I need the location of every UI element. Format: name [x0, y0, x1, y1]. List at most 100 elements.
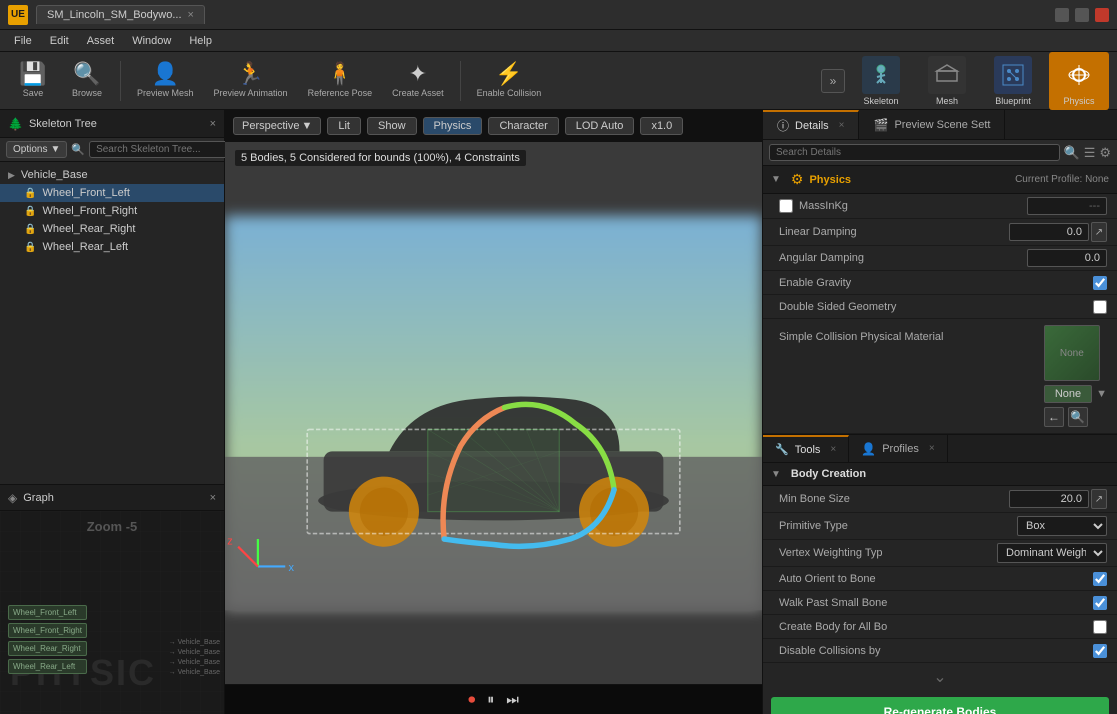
skeleton-icon	[862, 56, 900, 94]
massinkg-input[interactable]	[1027, 197, 1107, 215]
tools-tab[interactable]: 🔧 Tools ×	[763, 435, 849, 462]
menu-file[interactable]: File	[6, 33, 40, 49]
details-close[interactable]: ×	[839, 120, 845, 131]
auto-orient-checkbox[interactable]	[1093, 572, 1107, 586]
linear-damping-row: Linear Damping ↗	[763, 219, 1117, 246]
tab-skeleton[interactable]: Skeleton	[851, 52, 911, 110]
linear-damping-control: ↗	[1009, 222, 1107, 242]
graph-title: Graph	[23, 492, 54, 504]
perspective-arrow: ▼	[301, 120, 312, 132]
tab-blueprint[interactable]: Blueprint	[983, 52, 1043, 110]
massinkg-label: MassInKg	[799, 200, 1027, 212]
menu-help[interactable]: Help	[181, 33, 220, 49]
extras-button[interactable]: »	[821, 69, 845, 93]
linear-damping-expand[interactable]: ↗	[1091, 222, 1107, 242]
details-search-input[interactable]	[769, 144, 1060, 161]
tree-item-wheel-rear-left[interactable]: 🔒 Wheel_Rear_Left	[0, 238, 224, 256]
angular-damping-label: Angular Damping	[779, 252, 1027, 264]
menu-asset[interactable]: Asset	[79, 33, 123, 49]
menu-window[interactable]: Window	[124, 33, 179, 49]
tree-item-wheel-front-left[interactable]: 🔒 Wheel_Front_Left	[0, 184, 224, 202]
minimize-button[interactable]	[1055, 8, 1069, 22]
regenerate-bodies-button[interactable]: Re-generate Bodies	[771, 697, 1109, 714]
save-button[interactable]: 💾 Save	[8, 59, 58, 102]
svg-text:x: x	[289, 562, 295, 574]
skeleton-search-input[interactable]	[89, 141, 235, 158]
wheel-rl-label: Wheel_Rear_Left	[42, 241, 128, 253]
profiles-tab[interactable]: 👤 Profiles ×	[849, 435, 947, 462]
details-tab[interactable]: ⓘ Details ×	[763, 110, 859, 139]
min-bone-size-input[interactable]	[1009, 490, 1089, 508]
primitive-type-select[interactable]: Box Sphere Capsule	[1017, 516, 1107, 536]
tools-close[interactable]: ×	[830, 444, 836, 455]
tab-mesh[interactable]: Mesh	[917, 52, 977, 110]
min-bone-size-control: ↗	[1009, 489, 1107, 509]
tree-content: ▶ Vehicle_Base 🔒 Wheel_Front_Left 🔒 Whee…	[0, 162, 224, 484]
massinkg-checkbox[interactable]	[779, 199, 793, 213]
material-search-button[interactable]: 🔍	[1068, 407, 1088, 427]
perspective-dropdown[interactable]: Perspective ▼	[233, 117, 321, 135]
create-asset-button[interactable]: ✦ Create Asset	[384, 59, 452, 102]
vertex-weighting-label: Vertex Weighting Typ	[779, 547, 997, 559]
lod-auto-button[interactable]: LOD Auto	[565, 117, 635, 135]
disable-collisions-row: Disable Collisions by	[763, 639, 1117, 663]
scale-button[interactable]: x1.0	[640, 117, 683, 135]
material-back-button[interactable]: ←	[1044, 407, 1064, 427]
enable-collision-button[interactable]: ⚡ Enable Collision	[469, 59, 550, 102]
enable-gravity-checkbox[interactable]	[1093, 276, 1107, 290]
lock-icon-4: 🔒	[24, 242, 36, 253]
graph-header: ◈ Graph ×	[0, 485, 224, 511]
menu-edit[interactable]: Edit	[42, 33, 77, 49]
close-button[interactable]	[1095, 8, 1109, 22]
graph-panel: ◈ Graph × Zoom -5 PHYSIC Wheel_Front_Lef…	[0, 484, 224, 714]
physics-collapse-arrow: ▼	[771, 174, 781, 185]
preview-scene-tab[interactable]: 🎬 Preview Scene Sett	[859, 110, 1005, 139]
skeleton-tree-close[interactable]: ×	[210, 118, 216, 130]
lit-button[interactable]: Lit	[327, 117, 361, 135]
forward-button[interactable]: ⏭	[506, 691, 519, 708]
min-bone-size-label: Min Bone Size	[779, 493, 1009, 505]
tab-physics[interactable]: Physics	[1049, 52, 1109, 110]
walk-past-checkbox[interactable]	[1093, 596, 1107, 610]
preview-animation-button[interactable]: 🏃 Preview Animation	[206, 59, 296, 102]
options-button[interactable]: Options ▼	[6, 141, 67, 158]
list-view-button[interactable]: ☰	[1084, 145, 1096, 161]
app-tab[interactable]: SM_Lincoln_SM_Bodywo... ×	[36, 5, 205, 24]
physics-view-button[interactable]: Physics	[423, 117, 483, 135]
show-button[interactable]: Show	[367, 117, 417, 135]
linear-damping-input[interactable]	[1009, 223, 1089, 241]
body-creation-header[interactable]: ▼ Body Creation	[763, 463, 1117, 486]
profiles-close[interactable]: ×	[929, 443, 935, 454]
graph-content: Zoom -5 PHYSIC Wheel_Front_Left Wheel_Fr…	[0, 511, 224, 714]
tree-toolbar: Options ▼ 🔍	[0, 138, 224, 162]
reference-pose-button[interactable]: 🧍 Reference Pose	[300, 59, 381, 102]
skeleton-tree-title: Skeleton Tree	[29, 118, 97, 130]
scroll-indicator: ⌄	[763, 663, 1117, 691]
maximize-button[interactable]	[1075, 8, 1089, 22]
wheel-fl-label: Wheel_Front_Left	[42, 187, 129, 199]
character-button[interactable]: Character	[488, 117, 558, 135]
tree-item-vehicle-base[interactable]: ▶ Vehicle_Base	[0, 166, 224, 184]
tree-item-wheel-front-right[interactable]: 🔒 Wheel_Front_Right	[0, 202, 224, 220]
settings-button[interactable]: ⚙	[1099, 145, 1111, 161]
material-dropdown-row: None ▼	[1044, 385, 1107, 403]
min-bone-expand[interactable]: ↗	[1091, 489, 1107, 509]
double-sided-checkbox[interactable]	[1093, 300, 1107, 314]
disable-collisions-checkbox[interactable]	[1093, 644, 1107, 658]
material-none-button[interactable]: None	[1044, 385, 1092, 403]
graph-close[interactable]: ×	[210, 492, 216, 504]
angular-damping-row: Angular Damping	[763, 246, 1117, 271]
massinkg-row: MassInKg	[763, 194, 1117, 219]
browse-button[interactable]: 🔍 Browse	[62, 59, 112, 102]
physics-section-header[interactable]: ▼ ⚙ Physics Current Profile: None	[763, 166, 1117, 194]
preview-mesh-button[interactable]: 👤 Preview Mesh	[129, 59, 202, 102]
pause-button[interactable]: ⏸	[487, 691, 494, 708]
angular-damping-input[interactable]	[1027, 249, 1107, 267]
record-button[interactable]: ⏺	[468, 691, 475, 708]
tools-label: Tools	[795, 444, 821, 456]
create-body-checkbox[interactable]	[1093, 620, 1107, 634]
tab-close[interactable]: ×	[188, 9, 194, 21]
search-button[interactable]: 🔍	[1064, 145, 1080, 161]
tree-item-wheel-rear-right[interactable]: 🔒 Wheel_Rear_Right	[0, 220, 224, 238]
vertex-weighting-select[interactable]: Dominant Weight Any Weight	[997, 543, 1107, 563]
